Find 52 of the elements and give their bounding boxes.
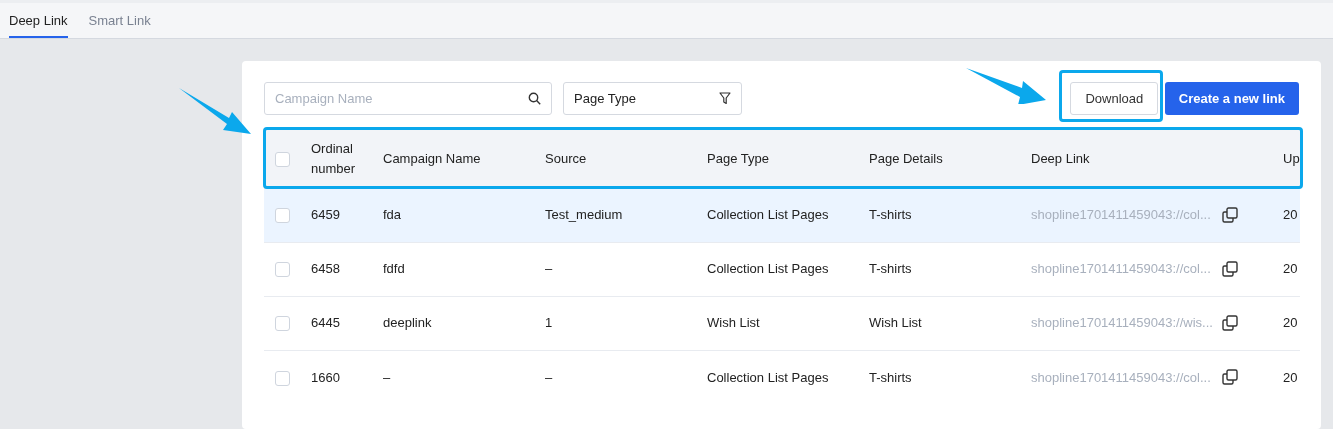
table-cell: fda [383, 207, 402, 223]
deep-link-text: shopline1701411459043://col... [1031, 368, 1212, 387]
row-checkbox[interactable] [275, 208, 290, 224]
deep-link-text: shopline1701411459043://col... [1031, 260, 1212, 279]
table-cell: fdfd [383, 261, 405, 277]
table-cell: – [545, 261, 553, 277]
table-cell: 20 [1283, 261, 1298, 277]
table-cell: 1660 [311, 369, 340, 385]
download-button[interactable]: Download [1070, 82, 1159, 115]
table-cell: Wish List [707, 315, 760, 331]
table-cell: Collection List Pages [707, 207, 829, 223]
column-header: Deep Link [1031, 150, 1090, 166]
search-icon [528, 92, 541, 105]
column-header: Up [1283, 150, 1300, 166]
table-cell: Wish List [869, 315, 922, 331]
deep-link-text: shopline1701411459043://col... [1031, 206, 1212, 225]
table-cell: 20 [1283, 207, 1298, 223]
deep-link-text: shopline1701411459043://wis... [1031, 314, 1214, 333]
table-cell: 6458 [311, 261, 340, 277]
column-header: Campaign Name [383, 150, 481, 166]
table-cell: Collection List Pages [707, 369, 829, 385]
tab[interactable]: Smart Link [88, 3, 151, 38]
select-all-checkbox[interactable] [275, 151, 290, 167]
table-cell: Collection List Pages [707, 261, 829, 277]
filter-icon [719, 92, 731, 105]
search-field[interactable]: Campaign Name [264, 82, 552, 115]
row-checkbox[interactable] [275, 370, 290, 386]
table-cell: – [383, 369, 391, 385]
table-cell: T-shirts [869, 207, 912, 223]
column-header: Ordinal number [311, 140, 356, 176]
table-cell: 1 [545, 315, 553, 331]
row-checkbox[interactable] [275, 262, 290, 278]
table-cell: 6445 [311, 315, 340, 331]
copy-icon[interactable] [1222, 261, 1238, 277]
copy-icon[interactable] [1222, 207, 1238, 223]
page-type-filter[interactable]: Page Type [563, 82, 742, 115]
table-cell: deeplink [383, 315, 432, 331]
copy-icon[interactable] [1222, 369, 1238, 386]
table-cell: – [545, 369, 553, 385]
row-checkbox[interactable] [275, 316, 290, 332]
table-cell: T-shirts [869, 369, 912, 385]
create-link-button[interactable]: Create a new link [1164, 82, 1299, 115]
column-header: Page Details [869, 150, 943, 166]
tab[interactable]: Deep Link [9, 3, 68, 38]
table-cell: 20 [1283, 369, 1298, 385]
copy-icon[interactable] [1222, 315, 1238, 331]
table-cell: Test_medium [545, 207, 623, 223]
table-cell: 6459 [311, 207, 340, 223]
table-cell: 20 [1283, 315, 1298, 331]
column-header: Source [545, 150, 587, 166]
column-header: Page Type [707, 150, 769, 166]
table-cell: T-shirts [869, 261, 912, 277]
